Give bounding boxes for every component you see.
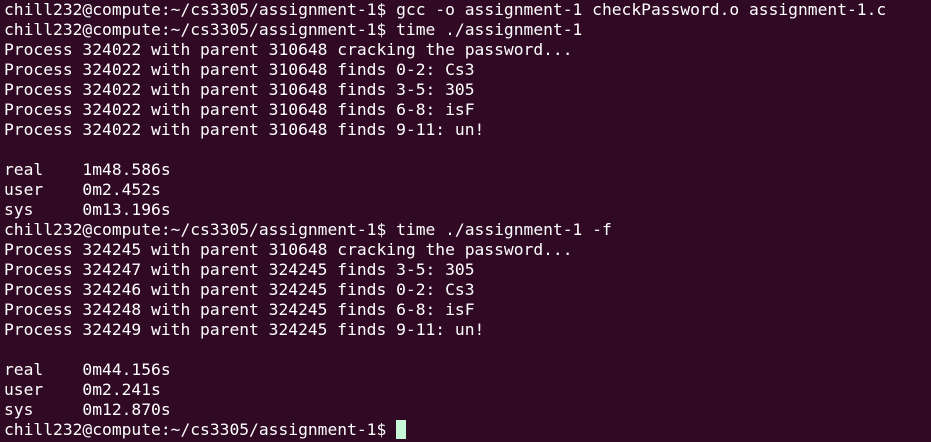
- output-line: Process 324022 with parent 310648 finds …: [4, 80, 931, 100]
- output-text: Process 324022 with parent 310648 finds …: [4, 60, 475, 79]
- output-line: sys 0m12.870s: [4, 400, 931, 420]
- output-text: real 1m48.586s: [4, 160, 171, 179]
- output-line: Process 324022 with parent 310648 cracki…: [4, 40, 931, 60]
- output-text: Process 324246 with parent 324245 finds …: [4, 280, 475, 299]
- output-line: Process 324248 with parent 324245 finds …: [4, 300, 931, 320]
- shell-prompt: chill232@compute:~/cs3305/assignment-1$: [4, 20, 387, 39]
- output-text: Process 324249 with parent 324245 finds …: [4, 320, 485, 339]
- text-cursor[interactable]: [396, 420, 407, 439]
- terminal-window[interactable]: chill232@compute:~/cs3305/assignment-1$ …: [0, 0, 931, 442]
- output-text: Process 324022 with parent 310648 finds …: [4, 120, 485, 139]
- output-line: real 1m48.586s: [4, 160, 931, 180]
- output-text: user 0m2.241s: [4, 380, 161, 399]
- output-line: real 0m44.156s: [4, 360, 931, 380]
- output-line: Process 324249 with parent 324245 finds …: [4, 320, 931, 340]
- shell-prompt: chill232@compute:~/cs3305/assignment-1$: [4, 0, 387, 19]
- output-text: real 0m44.156s: [4, 360, 171, 379]
- output-text: sys 0m12.870s: [4, 400, 171, 419]
- output-text: Process 324022 with parent 310648 finds …: [4, 80, 475, 99]
- command-line: chill232@compute:~/cs3305/assignment-1$: [4, 420, 931, 440]
- output-line: Process 324246 with parent 324245 finds …: [4, 280, 931, 300]
- command-line: chill232@compute:~/cs3305/assignment-1$ …: [4, 220, 931, 240]
- output-line: Process 324247 with parent 324245 finds …: [4, 260, 931, 280]
- output-line: Process 324245 with parent 310648 cracki…: [4, 240, 931, 260]
- command-line: chill232@compute:~/cs3305/assignment-1$ …: [4, 0, 931, 20]
- output-text: Process 324245 with parent 310648 cracki…: [4, 240, 573, 259]
- output-line: Process 324022 with parent 310648 finds …: [4, 100, 931, 120]
- output-line: user 0m2.241s: [4, 380, 931, 400]
- shell-prompt: chill232@compute:~/cs3305/assignment-1$: [4, 220, 387, 239]
- command-text: time ./assignment-1: [386, 20, 583, 39]
- output-text: Process 324248 with parent 324245 finds …: [4, 300, 475, 319]
- output-text: user 0m2.452s: [4, 180, 161, 199]
- output-line: Process 324022 with parent 310648 finds …: [4, 120, 931, 140]
- command-text: [386, 420, 396, 439]
- output-text: sys 0m13.196s: [4, 200, 171, 219]
- output-text: Process 324022 with parent 310648 finds …: [4, 100, 475, 119]
- command-text: gcc -o assignment-1 checkPassword.o assi…: [386, 0, 887, 19]
- output-text: Process 324022 with parent 310648 cracki…: [4, 40, 573, 59]
- output-text: Process 324247 with parent 324245 finds …: [4, 260, 475, 279]
- output-line: sys 0m13.196s: [4, 200, 931, 220]
- shell-prompt: chill232@compute:~/cs3305/assignment-1$: [4, 420, 387, 439]
- output-line: user 0m2.452s: [4, 180, 931, 200]
- command-text: time ./assignment-1 -f: [386, 220, 612, 239]
- command-line: chill232@compute:~/cs3305/assignment-1$ …: [4, 20, 931, 40]
- output-line: Process 324022 with parent 310648 finds …: [4, 60, 931, 80]
